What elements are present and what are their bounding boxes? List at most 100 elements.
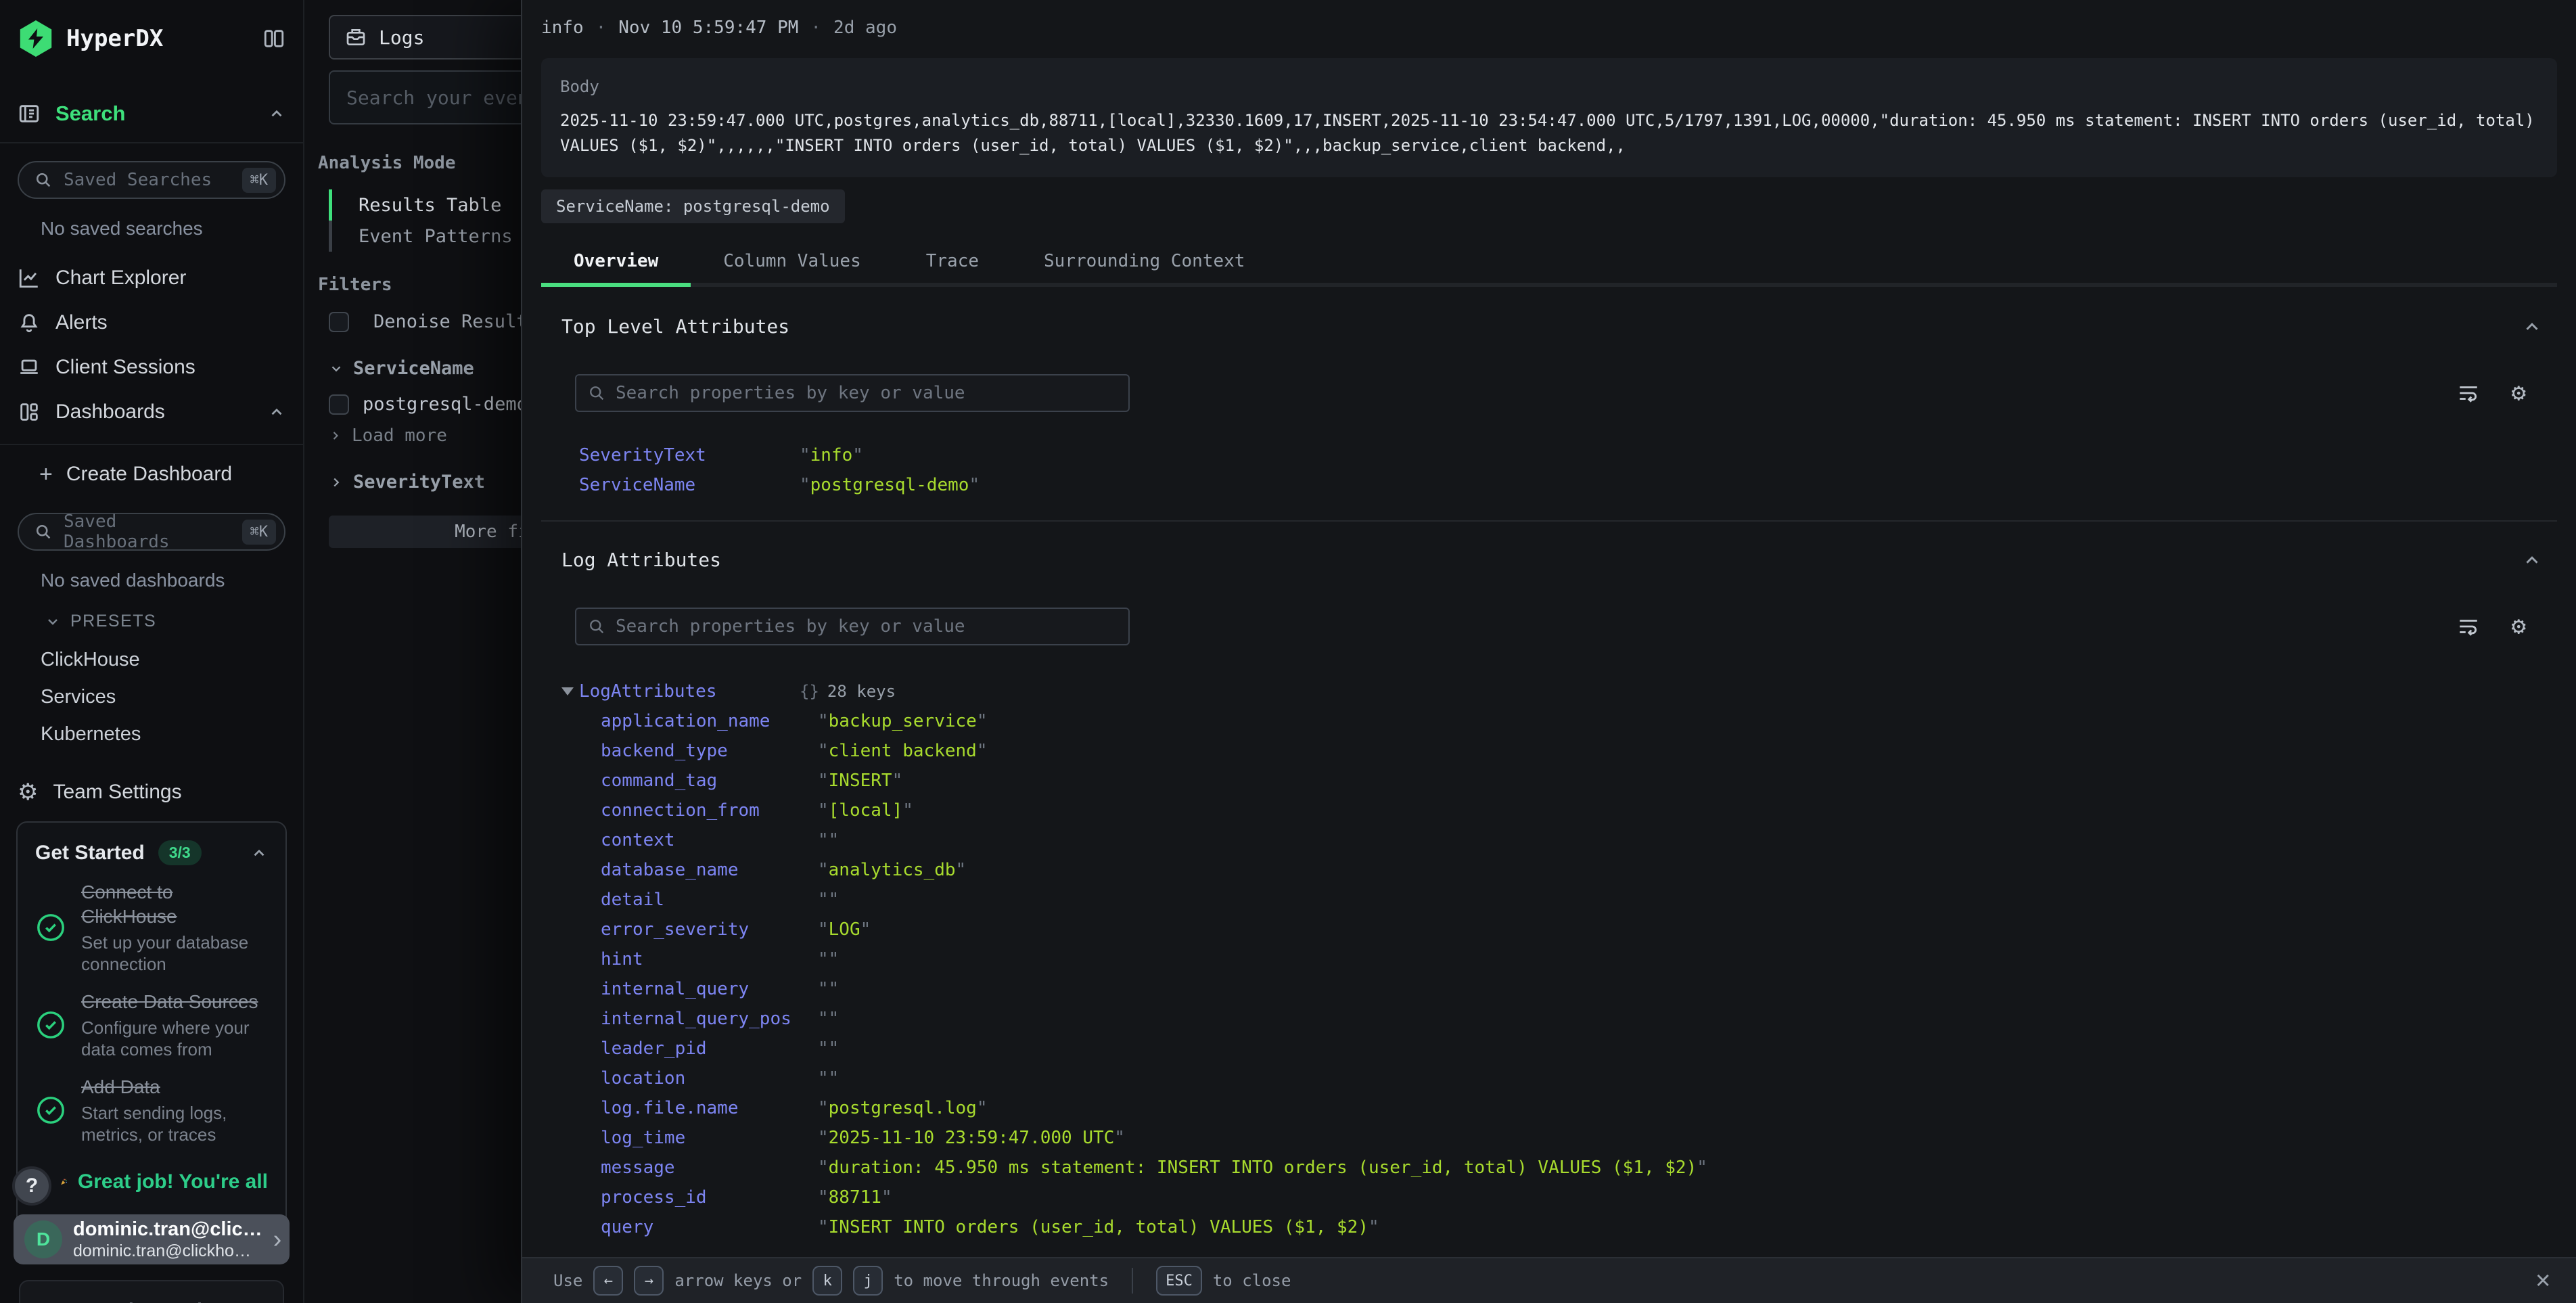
attribute-key[interactable]: process_id <box>601 1187 818 1208</box>
mode-results-table[interactable]: Results Table <box>329 189 521 221</box>
sidebar-item-search[interactable]: Search <box>0 95 303 133</box>
attribute-key[interactable]: leader_pid <box>601 1038 818 1059</box>
attribute-value[interactable]: "" <box>818 1009 839 1029</box>
attribute-key[interactable]: internal_query_pos <box>601 1009 818 1029</box>
chevron-up-icon[interactable] <box>268 105 285 122</box>
attribute-key[interactable]: backend_type <box>601 741 818 761</box>
event-search-input[interactable]: Search your events <box>329 70 521 124</box>
attribute-key[interactable]: detail <box>601 890 818 910</box>
source-selector[interactable]: Logs <box>329 15 521 60</box>
attribute-key[interactable]: location <box>601 1068 818 1089</box>
attribute-key[interactable]: SeverityText <box>579 445 800 465</box>
attribute-value[interactable]: "client backend" <box>818 741 987 761</box>
attribute-value[interactable]: "INSERT INTO orders (user_id, total) VAL… <box>818 1217 1379 1237</box>
chevron-up-icon[interactable] <box>268 403 285 421</box>
preset-kubernetes[interactable]: Kubernetes <box>41 723 303 746</box>
attribute-key[interactable]: command_tag <box>601 771 818 791</box>
attribute-key[interactable]: message <box>601 1158 818 1178</box>
attribute-key[interactable]: hint <box>601 949 818 969</box>
gear-icon[interactable]: ⚙ <box>2511 614 2526 639</box>
wrap-text-icon[interactable] <box>2457 615 2480 638</box>
body-log-text[interactable]: 2025-11-10 23:59:47.000 UTC,postgres,ana… <box>560 108 2538 158</box>
mode-event-patterns[interactable]: Event Patterns <box>329 221 521 252</box>
checkbox[interactable] <box>329 312 349 332</box>
attribute-key[interactable]: log_time <box>601 1128 818 1148</box>
sidebar-item-dashboards[interactable]: Dashboards <box>0 390 303 434</box>
attribute-value[interactable]: "" <box>818 1068 839 1089</box>
tab-trace[interactable]: Trace <box>894 239 1011 283</box>
sidebar-item-team-settings[interactable]: ⚙ Team Settings <box>0 781 303 804</box>
attribute-key[interactable]: internal_query <box>601 979 818 999</box>
property-search-input[interactable]: Search properties by key or value <box>575 608 1130 645</box>
attribute-key[interactable]: database_name <box>601 860 818 880</box>
property-search-input[interactable]: Search properties by key or value <box>575 374 1130 412</box>
attribute-key[interactable]: log.file.name <box>601 1098 818 1118</box>
attribute-key[interactable]: ServiceName <box>579 475 800 495</box>
lightning-bolt-icon <box>28 28 43 49</box>
attribute-key[interactable]: LogAttributes <box>579 681 800 702</box>
sidebar-collapse-button[interactable] <box>262 27 285 50</box>
attribute-value[interactable]: "duration: 45.950 ms statement: INSERT I… <box>818 1158 1707 1178</box>
attribute-key[interactable]: query <box>601 1217 818 1237</box>
chevron-up-icon[interactable] <box>2522 317 2542 337</box>
close-icon[interactable]: ✕ <box>2535 1268 2550 1292</box>
facet-value-postgresql-demo[interactable]: postgresql-demo <box>329 394 521 415</box>
attribute-value[interactable]: "" <box>818 949 839 969</box>
quote: " <box>818 1187 829 1208</box>
attribute-value[interactable]: "analytics_db" <box>818 860 966 880</box>
chevron-up-icon[interactable] <box>250 844 268 862</box>
chart-line-icon <box>18 267 41 290</box>
attribute-value[interactable]: "88711" <box>818 1187 892 1208</box>
create-dashboard-button[interactable]: + Create Dashboard <box>0 453 303 495</box>
get-started-item[interactable]: Create Data Sources Configure where your… <box>35 990 268 1060</box>
get-started-item[interactable]: Connect to ClickHouse Set up your databa… <box>35 880 268 975</box>
sidebar-item-client-sessions[interactable]: Client Sessions <box>0 345 303 390</box>
presets-toggle[interactable]: PRESETS <box>45 612 303 631</box>
attribute-value[interactable]: "2025-11-10 23:59:47.000 UTC" <box>818 1128 1125 1148</box>
preset-services[interactable]: Services <box>41 686 303 708</box>
analysis-mode-list: Results Table Event Patterns <box>329 189 521 252</box>
tab-surrounding-context[interactable]: Surrounding Context <box>1011 239 1277 283</box>
quote: " <box>818 919 829 940</box>
log-attributes-root-row[interactable]: LogAttributes {}28 keys <box>541 677 2557 706</box>
attribute-value[interactable]: "[local]" <box>818 800 913 821</box>
attribute-value[interactable]: "" <box>818 979 839 999</box>
attribute-value[interactable]: "" <box>818 890 839 910</box>
service-name-tag[interactable]: ServiceName: postgresql-demo <box>541 189 845 223</box>
product-updates-panel[interactable]: Product updates <box>19 1280 284 1303</box>
facet-severitytext-header[interactable]: SeverityText <box>329 472 521 493</box>
denoise-results-toggle[interactable]: Denoise Results <box>329 311 521 332</box>
attribute-value[interactable]: "" <box>818 830 839 850</box>
attribute-key[interactable]: connection_from <box>601 800 818 821</box>
attribute-value[interactable]: "info" <box>800 445 863 465</box>
attribute-value[interactable]: "postgresql.log" <box>818 1098 987 1118</box>
help-button[interactable]: ? <box>12 1166 51 1206</box>
attribute-key[interactable]: application_name <box>601 711 818 731</box>
wrap-text-icon[interactable] <box>2457 382 2480 405</box>
get-started-item[interactable]: Add Data Start sending logs, metrics, or… <box>35 1075 268 1145</box>
attribute-key[interactable]: error_severity <box>601 919 818 940</box>
saved-dashboards-input[interactable]: Saved Dashboards ⌘K <box>18 513 285 551</box>
more-filters-button[interactable]: More filters <box>329 516 521 548</box>
attribute-value[interactable]: "backup_service" <box>818 711 987 731</box>
facet-servicename-header[interactable]: ServiceName <box>329 358 521 379</box>
load-more-button[interactable]: Load more <box>329 426 521 446</box>
attribute-value[interactable]: "" <box>818 1038 839 1059</box>
gear-icon[interactable]: ⚙ <box>2511 381 2526 405</box>
attribute-key[interactable]: context <box>601 830 818 850</box>
tab-column-values[interactable]: Column Values <box>691 239 894 283</box>
attribute-value[interactable]: "INSERT" <box>818 771 902 791</box>
caret-down-icon[interactable] <box>561 687 574 695</box>
section-title: Log Attributes <box>561 549 2557 571</box>
user-menu[interactable]: D dominic.tran@clic… dominic.tran@clickh… <box>14 1214 290 1264</box>
facet-value-label: postgresql-demo <box>363 394 521 415</box>
attribute-value[interactable]: "LOG" <box>818 919 871 940</box>
sidebar-item-alerts[interactable]: Alerts <box>0 300 303 345</box>
chevron-up-icon[interactable] <box>2522 550 2542 570</box>
attribute-value[interactable]: "postgresql-demo" <box>800 475 980 495</box>
preset-clickhouse[interactable]: ClickHouse <box>41 649 303 671</box>
saved-searches-input[interactable]: Saved Searches ⌘K <box>18 161 285 199</box>
tab-overview[interactable]: Overview <box>541 239 691 283</box>
checkbox[interactable] <box>329 394 349 415</box>
sidebar-item-chart-explorer[interactable]: Chart Explorer <box>0 256 303 300</box>
